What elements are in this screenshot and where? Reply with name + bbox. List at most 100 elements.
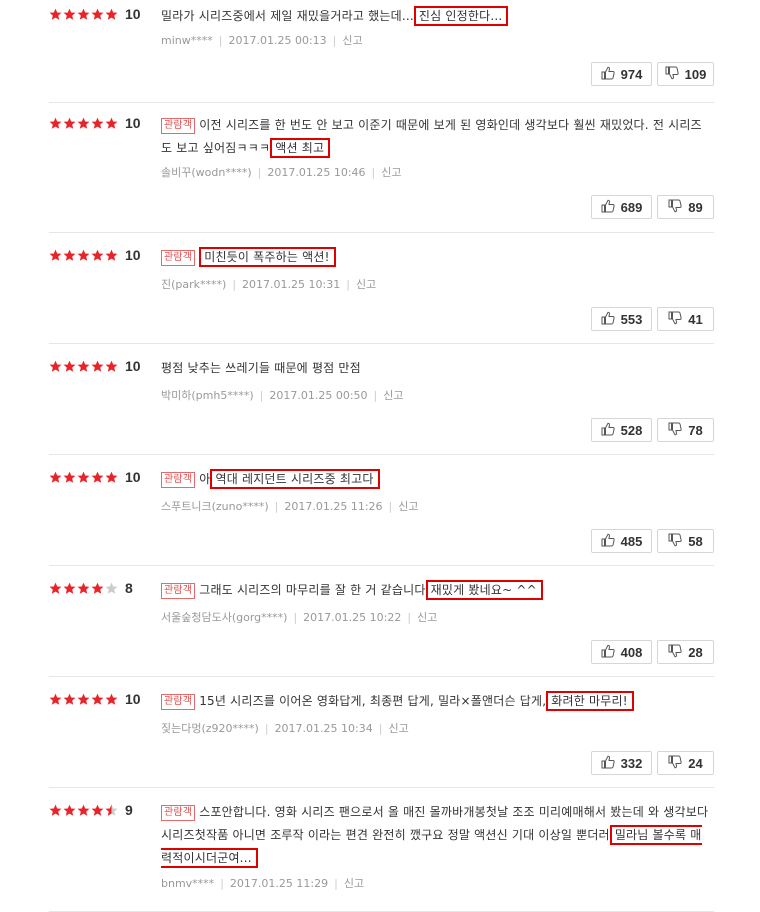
review-text: 관람객 스포안합니다. 영화 시리즈 팬으로서 올 매진 몰까바개봉첫날 조조 미… [161, 801, 709, 870]
divider: | [293, 611, 298, 624]
rating-score: 10 [125, 469, 141, 485]
review-item: 8 관람객 그래도 시리즈의 마무리를 잘 한 거 같습니다 재밌게 봤네요~ ^^ 서… [49, 579, 714, 677]
like-button[interactable]: 332 [591, 751, 652, 775]
vote-buttons: 528 78 [586, 418, 714, 442]
report-link[interactable]: 신고 [356, 278, 376, 291]
divider: | [332, 34, 337, 47]
dislike-button[interactable]: 24 [657, 751, 714, 775]
vote-buttons: 553 41 [586, 307, 714, 331]
author-name[interactable]: 서울숲청담도사(gorg****) [161, 611, 287, 624]
report-link[interactable]: 신고 [344, 877, 364, 890]
star-icon [77, 582, 90, 595]
dislike-button[interactable]: 109 [657, 62, 714, 86]
star-icon [105, 249, 118, 262]
dislike-button[interactable]: 41 [657, 307, 714, 331]
dislike-button[interactable]: 89 [657, 195, 714, 219]
thumbs-down-icon [668, 311, 688, 328]
report-link[interactable]: 신고 [381, 166, 401, 179]
vote-buttons: 485 58 [586, 529, 714, 553]
report-link[interactable]: 신고 [398, 500, 418, 513]
review-text: 관람객 이전 시리즈를 한 번도 안 보고 이준기 때문에 보게 된 영화인데 생… [161, 114, 709, 160]
star-icon [63, 471, 76, 484]
author-name[interactable]: 진(park****) [161, 278, 226, 291]
star-icon [49, 117, 62, 130]
star-rating: 10 [49, 246, 141, 264]
star-icon [91, 582, 104, 595]
review-text-body: 아 [199, 472, 211, 486]
dislike-count: 89 [688, 199, 703, 215]
rating-score: 10 [125, 691, 141, 707]
star-icon [49, 804, 62, 817]
rating-score: 9 [125, 802, 133, 818]
author-name[interactable]: 솔비꾸(wodn****) [161, 166, 252, 179]
star-rating: 10 [49, 357, 141, 375]
author-name[interactable]: 박미하(pmh5****) [161, 389, 254, 402]
dislike-count: 24 [688, 755, 703, 771]
star-icon [63, 360, 76, 373]
viewer-badge: 관람객 [161, 250, 196, 266]
star-rating: 8 [49, 579, 133, 597]
review-text-body: 평점 낮추는 쓰레기들 때문에 평점 만점 [161, 361, 361, 375]
star-icon [91, 693, 104, 706]
vote-buttons: 408 28 [586, 640, 714, 664]
report-link[interactable]: 신고 [383, 389, 403, 402]
highlighted-phrase: 미친듯이 폭주하는 액션! [199, 247, 336, 267]
like-button[interactable]: 528 [591, 418, 652, 442]
like-count: 974 [620, 66, 643, 82]
star-icon [105, 693, 118, 706]
review-item: 10 관람객 아 역대 레지던트 시리즈중 최고다 스푸트니크(zuno****) | 20… [49, 468, 714, 566]
vote-buttons: 332 24 [586, 751, 714, 775]
star-icon [63, 804, 76, 817]
thumbs-down-icon [668, 199, 688, 216]
star-icon [105, 117, 118, 130]
author-name[interactable]: minw**** [161, 34, 213, 47]
divider: | [257, 166, 262, 179]
rating-score: 10 [125, 358, 141, 374]
dislike-button[interactable]: 28 [657, 640, 714, 664]
review-item: 10 관람객 이전 시리즈를 한 번도 안 보고 이준기 때문에 보게 된 영화인데… [49, 114, 714, 233]
like-button[interactable]: 553 [591, 307, 652, 331]
review-date: 2017.01.25 11:29 [229, 877, 329, 890]
review-text-body: 밀라가 시리즈중에서 제일 재밌을거라고 했는데... [161, 9, 414, 23]
dislike-button[interactable]: 58 [657, 529, 714, 553]
review-date: 2017.01.25 00:13 [228, 34, 327, 47]
review-date: 2017.01.25 10:31 [242, 278, 341, 291]
dislike-count: 28 [688, 644, 703, 660]
review-date: 2017.01.25 10:22 [303, 611, 402, 624]
report-link[interactable]: 신고 [342, 34, 362, 47]
author-name[interactable]: 짖는다멍(z920****) [161, 722, 259, 735]
review-meta: 짖는다멍(z920****) | 2017.01.25 10:34 | 신고 [161, 722, 409, 736]
star-icon [63, 8, 76, 21]
dislike-count: 41 [688, 311, 703, 327]
author-name[interactable]: bnmv**** [161, 877, 214, 890]
thumbs-up-icon [601, 422, 621, 439]
report-link[interactable]: 신고 [417, 611, 437, 624]
review-text: 밀라가 시리즈중에서 제일 재밌을거라고 했는데... 진심 인정한다... [161, 5, 709, 28]
star-icon [77, 8, 90, 21]
divider: | [346, 278, 350, 291]
thumbs-down-icon [668, 422, 688, 439]
report-link[interactable]: 신고 [388, 722, 408, 735]
divider: | [334, 877, 338, 890]
like-button[interactable]: 408 [591, 640, 652, 664]
review-item: 9 관람객 스포안합니다. 영화 시리즈 팬으로서 올 매진 몰까바개봉첫날 조조 … [49, 801, 714, 912]
review-item: 10 밀라가 시리즈중에서 제일 재밌을거라고 했는데... 진심 인정한다... m… [49, 5, 714, 103]
review-text: 관람객 미친듯이 폭주하는 액션! [161, 246, 709, 269]
review-text-body: 그래도 시리즈의 마무리를 잘 한 거 같습니다 [199, 583, 426, 597]
like-button[interactable]: 689 [591, 195, 652, 219]
star-icon [105, 804, 118, 817]
review-date: 2017.01.25 00:50 [269, 389, 368, 402]
like-button[interactable]: 485 [591, 529, 652, 553]
highlighted-phrase: 역대 레지던트 시리즈중 최고다 [210, 469, 380, 489]
like-count: 689 [620, 199, 643, 215]
star-icon [91, 471, 104, 484]
like-count: 408 [620, 644, 643, 660]
review-text: 관람객 아 역대 레지던트 시리즈중 최고다 [161, 468, 709, 491]
dislike-button[interactable]: 78 [657, 418, 714, 442]
review-meta: 진(park****) | 2017.01.25 10:31 | 신고 [161, 278, 376, 292]
author-name[interactable]: 스푸트니크(zuno****) [161, 500, 269, 513]
star-icon [105, 8, 118, 21]
star-icon [77, 249, 90, 262]
dislike-count: 109 [684, 66, 707, 82]
like-button[interactable]: 974 [591, 62, 652, 86]
